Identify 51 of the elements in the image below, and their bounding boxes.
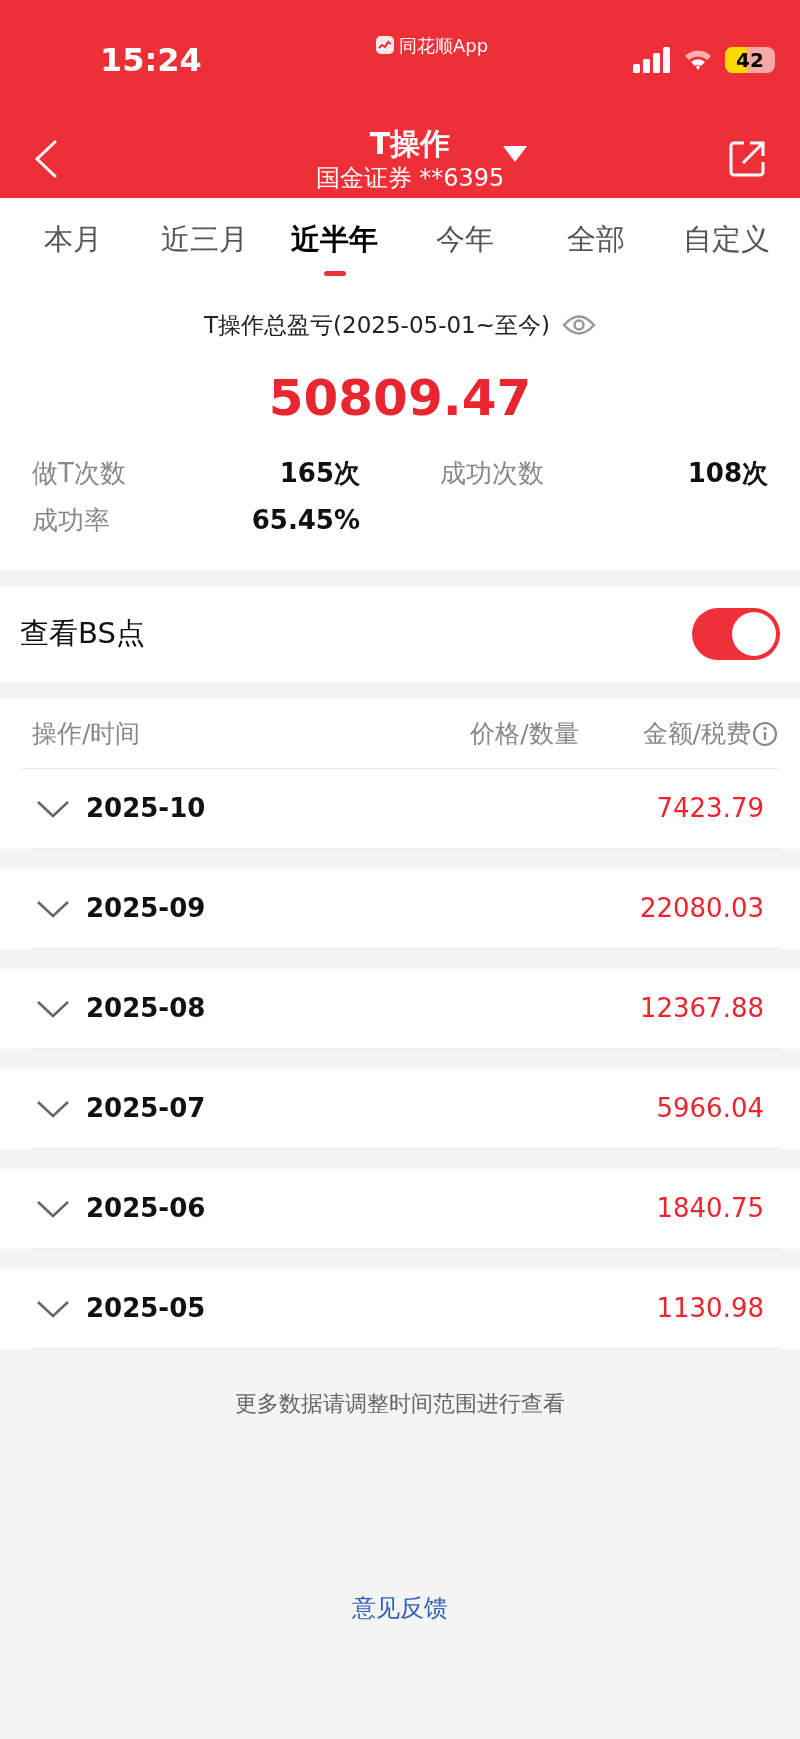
month-row[interactable]: 2025-07 5966.04 — [0, 1068, 800, 1149]
month-label: 2025-05 — [86, 1292, 207, 1325]
feedback-link[interactable]: 意见反馈 — [352, 1589, 448, 1626]
period-tab[interactable]: 全部 — [530, 198, 662, 288]
total-profit: 50809.47 — [267, 367, 533, 429]
footer-note: 更多数据请调整时间范围进行查看 — [234, 1389, 566, 1418]
stat-label: 做T次数 — [32, 456, 126, 490]
month-amount: 22080.03 — [639, 892, 764, 925]
bs-points-switch[interactable] — [692, 608, 780, 660]
app-logo-icon — [374, 35, 395, 55]
summary-title: T操作总盈亏(2025-05-01~至今) — [204, 311, 550, 340]
column-header: 金额/税费 — [642, 717, 751, 750]
period-tab[interactable]: 今年 — [400, 198, 531, 288]
info-icon[interactable] — [752, 720, 778, 747]
period-tab[interactable]: 自定义 — [661, 198, 793, 288]
month-amount: 12367.88 — [639, 992, 764, 1025]
month-row[interactable]: 2025-09 22080.03 — [0, 868, 800, 949]
share-icon[interactable] — [728, 140, 766, 178]
month-label: 2025-07 — [86, 1092, 207, 1125]
stat-label: 成功率 — [32, 503, 110, 537]
month-row[interactable]: 2025-08 12367.88 — [0, 968, 800, 1049]
status-time: 15:24 — [100, 40, 203, 81]
period-tab[interactable]: 近三月 — [138, 198, 270, 288]
dropdown-icon[interactable] — [502, 144, 528, 164]
month-row[interactable]: 2025-06 1840.75 — [0, 1168, 800, 1249]
eye-icon[interactable] — [561, 314, 596, 337]
stat-value: 108次 — [687, 456, 768, 490]
back-icon[interactable] — [34, 139, 58, 179]
month-label: 2025-09 — [86, 892, 207, 925]
month-label: 2025-08 — [86, 992, 207, 1025]
column-header: 价格/数量 — [470, 717, 579, 750]
column-header: 操作/时间 — [32, 717, 142, 750]
month-amount: 1130.98 — [656, 1292, 764, 1325]
month-amount: 7423.79 — [656, 792, 764, 825]
month-row[interactable]: 2025-10 7423.79 — [0, 768, 800, 849]
account-label: 国金证券 **6395 — [315, 162, 505, 193]
month-label: 2025-06 — [86, 1192, 207, 1225]
month-amount: 5966.04 — [656, 1092, 764, 1125]
period-tab[interactable]: 本月 — [8, 198, 139, 288]
wifi-icon — [683, 48, 713, 72]
month-amount: 1840.75 — [656, 1192, 764, 1225]
bs-points-label: 查看BS点 — [20, 615, 145, 653]
app-name: 同花顺App — [398, 33, 489, 58]
stat-value: 165次 — [279, 456, 360, 490]
period-tab[interactable]: 近半年 — [269, 198, 400, 288]
stat-label: 成功次数 — [440, 456, 544, 490]
stat-value: 65.45% — [251, 503, 360, 537]
signal-icon — [633, 47, 671, 73]
month-label: 2025-10 — [86, 792, 207, 825]
page-title: T操作 — [369, 125, 451, 163]
month-row[interactable]: 2025-05 1130.98 — [0, 1268, 800, 1349]
